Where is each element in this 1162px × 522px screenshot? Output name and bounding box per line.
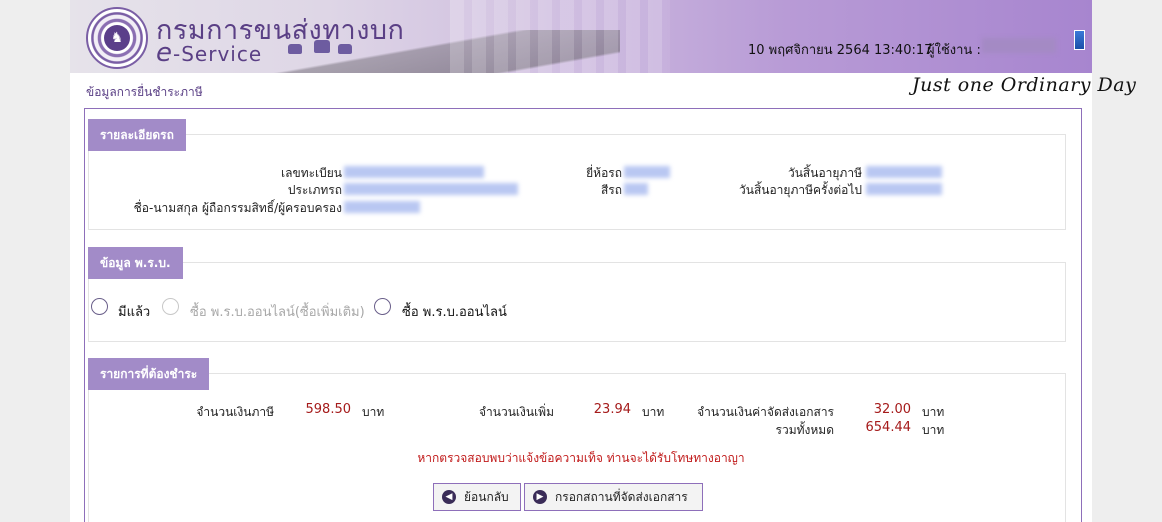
- eservice-logo-text: e-Service: [156, 38, 263, 68]
- back-button[interactable]: ◀ ย้อนกลับ: [433, 483, 521, 511]
- insurance-option-have-radio[interactable]: [91, 298, 108, 315]
- false-statement-warning: หากตรวจสอบพบว่าแจ้งข้อความเท็จ ท่านจะได้…: [417, 451, 745, 465]
- plate-value-redacted: [344, 166, 484, 178]
- tax-amount-label: จำนวนเงินภาษี: [196, 405, 274, 419]
- tax-amount-unit: บาท: [362, 405, 385, 419]
- surcharge-label: จำนวนเงินเพิ่ม: [479, 405, 554, 419]
- payment-heading: รายการที่ต้องชำระ: [88, 358, 210, 390]
- delivery-fee-value: 32.00: [873, 402, 911, 417]
- current-datetime: 10 พฤศจิกายน 2564 13:40:17: [748, 43, 933, 58]
- car-icon: [338, 44, 352, 54]
- back-button-label: ย้อนกลับ: [464, 489, 509, 504]
- tax-amount-value: 598.50: [305, 402, 352, 417]
- vehicle-details-heading: รายละเอียดรถ: [88, 119, 186, 151]
- owner-value-redacted: [344, 201, 420, 213]
- user-name-redacted: [982, 38, 1056, 53]
- bus-icon: [314, 40, 330, 53]
- city-graphic: [450, 0, 670, 73]
- user-label: ผู้ใช้งาน :: [927, 43, 981, 58]
- next-tax-expiry-value-redacted: [866, 183, 942, 195]
- total-label: รวมทั้งหมด: [775, 423, 834, 437]
- insurance-option-have-label[interactable]: มีแล้ว: [118, 301, 150, 322]
- department-seal-icon: ♞: [86, 7, 148, 69]
- color-label: สีรถ: [600, 183, 622, 197]
- next-tax-expiry-label: วันสิ้นอายุภาษีครั้งต่อไป: [739, 183, 862, 197]
- surcharge-value: 23.94: [593, 402, 631, 417]
- tax-expiry-value-redacted: [866, 166, 942, 178]
- fill-delivery-address-label: กรอกสถานที่จัดส่งเอกสาร: [555, 489, 688, 504]
- menu-toggle-icon[interactable]: [1074, 30, 1085, 50]
- delivery-fee-label: จำนวนเงินค่าจัดส่งเอกสาร: [697, 405, 834, 419]
- arrow-left-icon: ◀: [442, 490, 456, 504]
- insurance-heading: ข้อมูล พ.ร.บ.: [88, 247, 183, 279]
- surcharge-unit: บาท: [642, 405, 665, 419]
- car-icon: [288, 44, 302, 54]
- owner-label: ชื่อ-นามสกุล ผู้ถือกรรมสิทธิ์/ผู้ครอบครอ…: [133, 201, 342, 215]
- total-unit: บาท: [922, 423, 945, 437]
- insurance-option-buy-additional-radio: [162, 298, 179, 315]
- page-left-margin: [0, 0, 70, 522]
- delivery-fee-unit: บาท: [922, 405, 945, 419]
- watermark-text: Just one Ordinary Day: [912, 74, 1137, 96]
- insurance-option-buy-online-label[interactable]: ซื้อ พ.ร.บ.ออนไลน์: [402, 301, 507, 322]
- insurance-option-buy-additional-label: ซื้อ พ.ร.บ.ออนไลน์(ซื้อเพิ่มเติม): [190, 305, 365, 320]
- fill-delivery-address-button[interactable]: ▶ กรอกสถานที่จัดส่งเอกสาร: [524, 483, 703, 511]
- color-value-redacted: [624, 183, 648, 195]
- total-value: 654.44: [865, 420, 912, 435]
- vehicle-type-value-redacted: [344, 183, 518, 195]
- header-banner: ♞ กรมการขนส่งทางบก e-Service 10 พฤศจิกาย…: [70, 0, 1092, 73]
- insurance-option-buy-online-radio[interactable]: [374, 298, 391, 315]
- vehicle-type-label: ประเภทรถ: [287, 183, 342, 197]
- breadcrumb: ข้อมูลการยื่นชำระภาษี: [86, 85, 203, 99]
- arrow-right-icon: ▶: [533, 490, 547, 504]
- brand-value-redacted: [624, 166, 670, 178]
